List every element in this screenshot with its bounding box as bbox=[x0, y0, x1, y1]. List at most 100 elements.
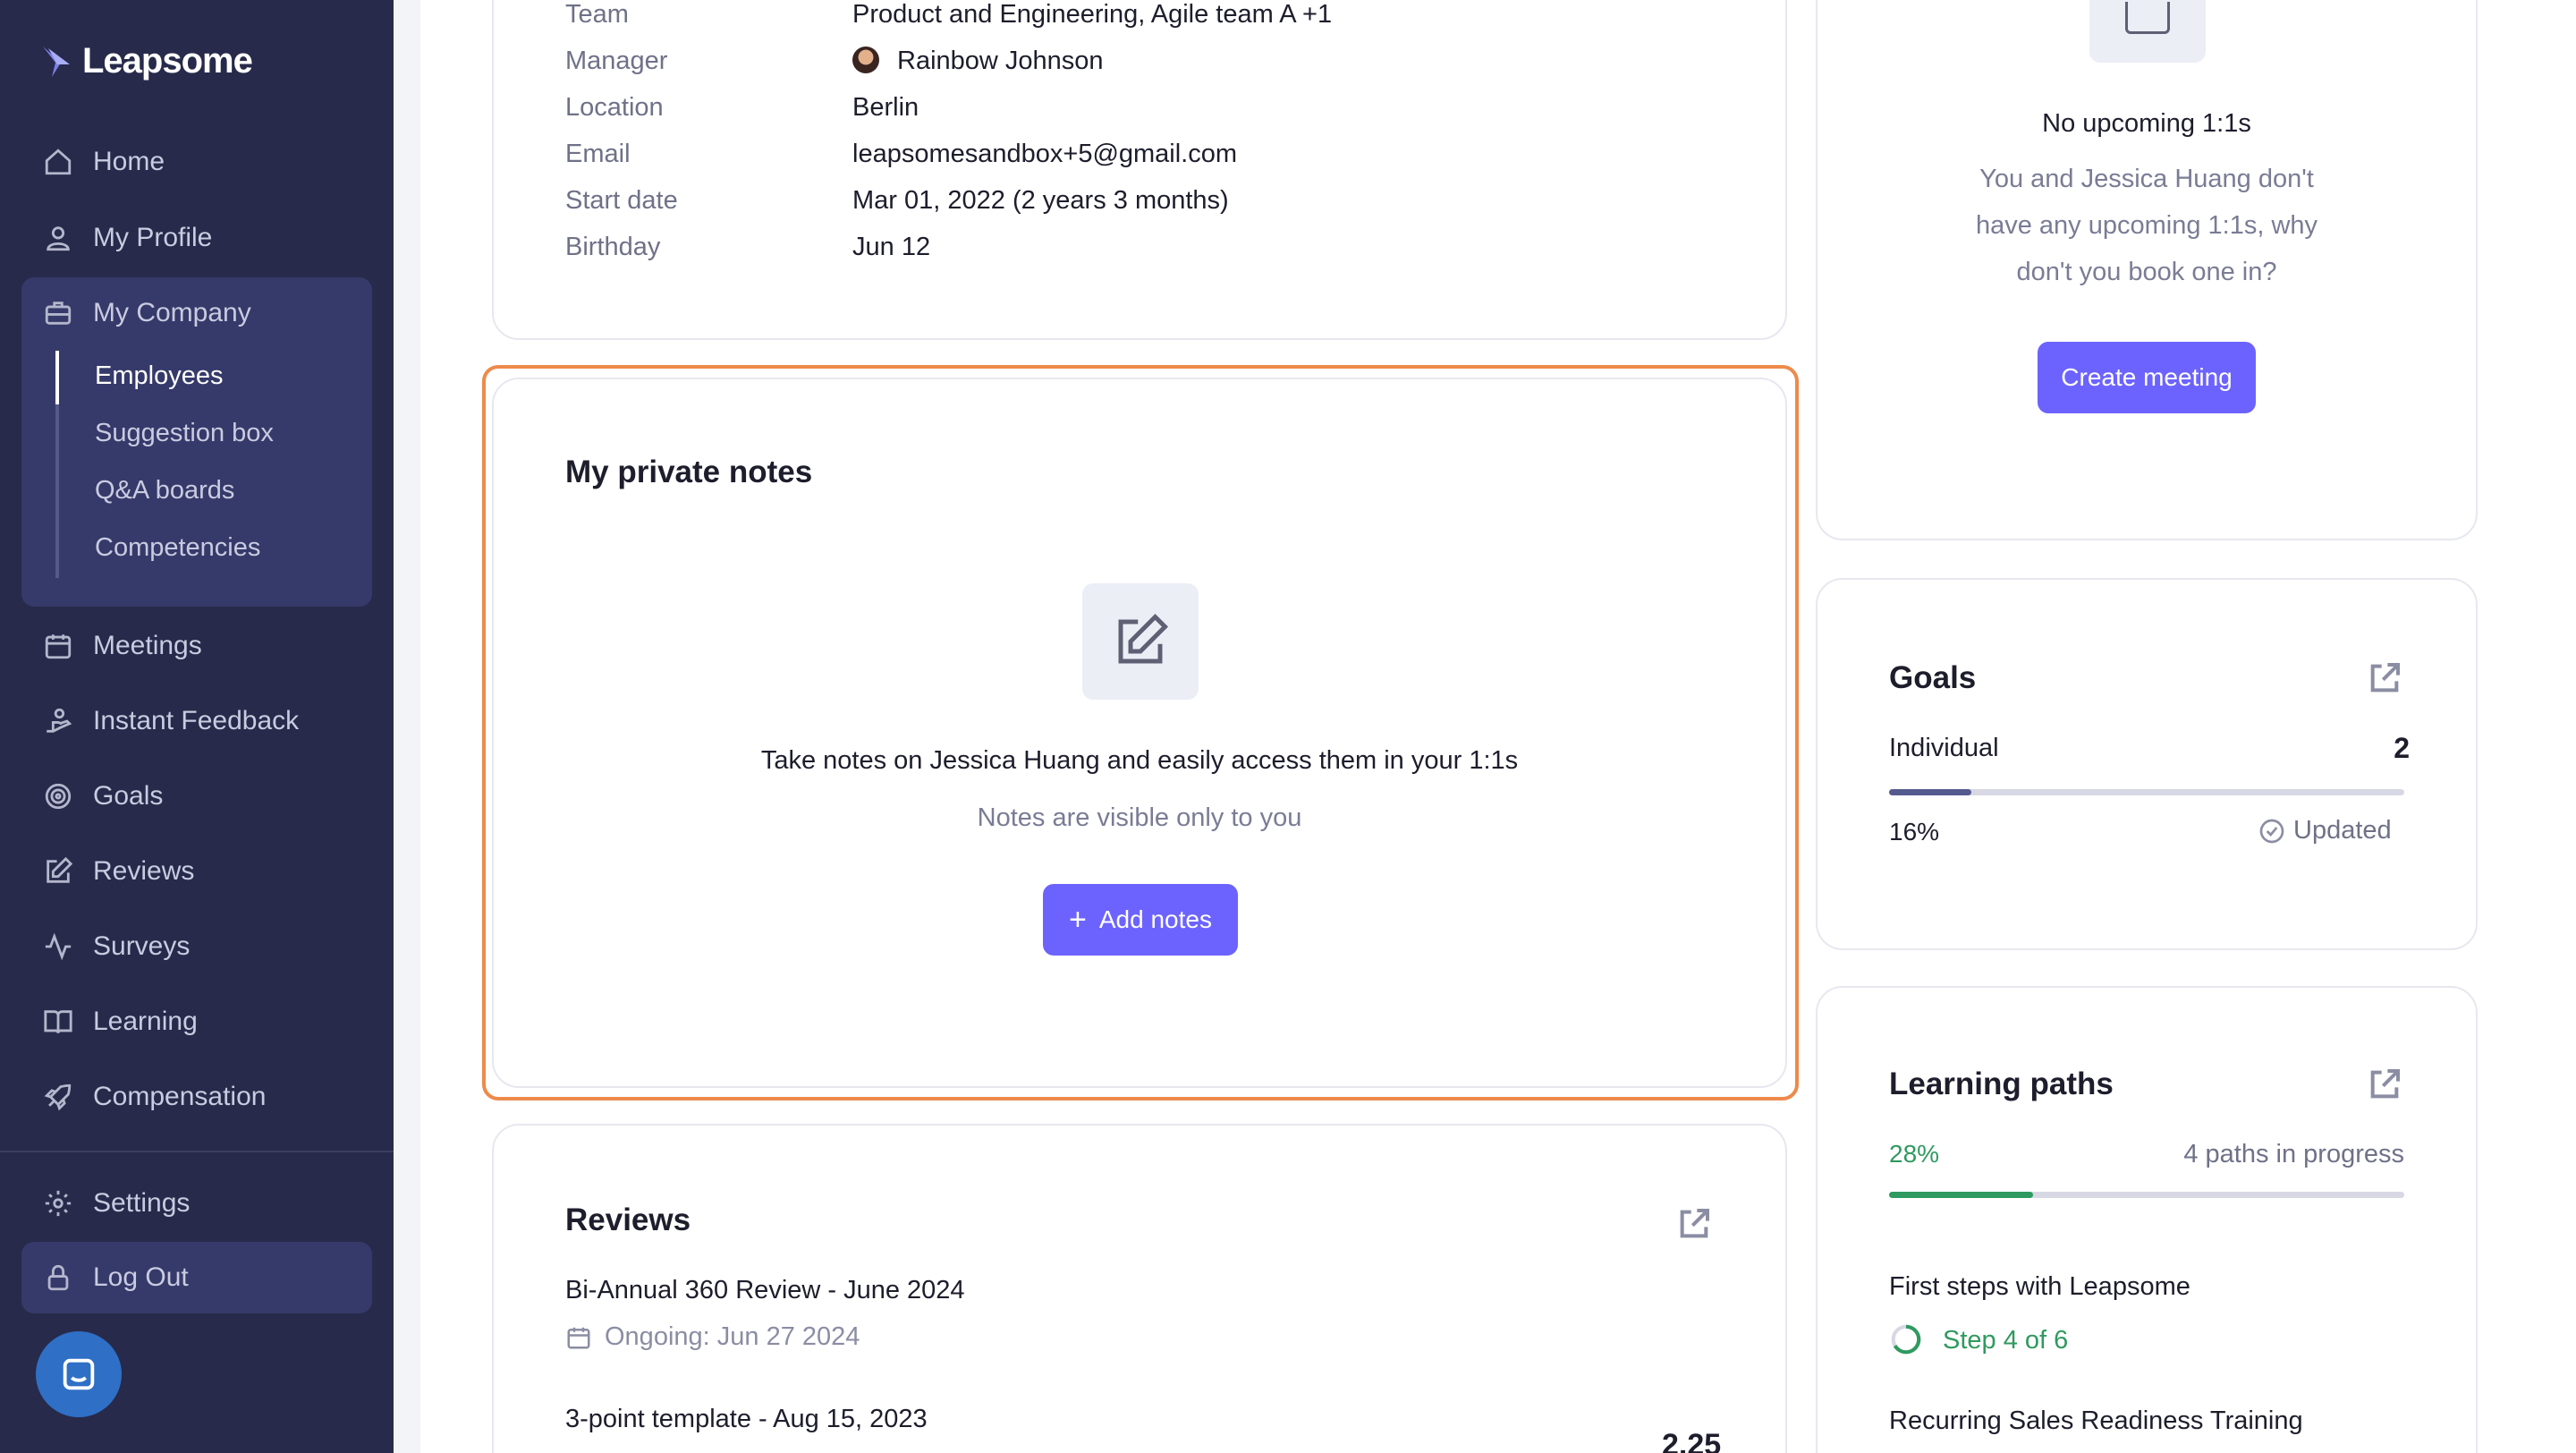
nav-logout[interactable]: Log Out bbox=[43, 1255, 189, 1300]
goals-card: Goals Individual 2 16% Updated bbox=[1816, 578, 2478, 950]
email-label: Email bbox=[565, 140, 631, 168]
subnav-qa-boards[interactable]: Q&A boards bbox=[95, 476, 234, 506]
activity-icon bbox=[45, 932, 72, 961]
add-notes-label: Add notes bbox=[1098, 905, 1212, 933]
subnav-suggestion-box[interactable]: Suggestion box bbox=[95, 419, 274, 448]
notes-visibility-hint: Notes are visible only to you bbox=[977, 803, 1302, 832]
home-icon bbox=[45, 149, 72, 175]
notes-title: My private notes bbox=[565, 455, 813, 489]
reviews-external-link[interactable] bbox=[1676, 1206, 1712, 1246]
plus-icon: + bbox=[1069, 903, 1087, 937]
check-circle-icon bbox=[2259, 819, 2284, 843]
nav-label: Learning bbox=[93, 1007, 198, 1036]
chat-icon bbox=[63, 1358, 95, 1390]
book-icon bbox=[44, 1010, 72, 1034]
meetings-description-line-2: have any upcoming 1:1s, why bbox=[1975, 211, 2318, 240]
nav-goals[interactable]: Goals bbox=[43, 774, 163, 819]
review-item-score: 2.25 bbox=[1662, 1428, 1722, 1453]
meetings-empty-title: No upcoming 1:1s bbox=[2042, 109, 2251, 138]
nav-label: Reviews bbox=[93, 856, 195, 886]
subnav-employees[interactable]: Employees bbox=[95, 361, 223, 391]
nav-my-company[interactable]: My Company bbox=[43, 291, 251, 336]
leapsome-logo-icon bbox=[43, 46, 70, 77]
learning-external-link[interactable] bbox=[2367, 1066, 2402, 1107]
start-date-label: Start date bbox=[565, 186, 678, 215]
edit-icon bbox=[47, 856, 73, 883]
create-meeting-button[interactable]: Create meeting bbox=[2038, 342, 2256, 413]
learning-path-step: Step 4 of 6 bbox=[1943, 1326, 2069, 1355]
external-link-icon bbox=[2370, 1069, 2400, 1099]
nav-learning[interactable]: Learning bbox=[43, 999, 198, 1044]
target-icon bbox=[45, 783, 72, 810]
start-date-value: Mar 01, 2022 (2 years 3 months) bbox=[852, 186, 1229, 215]
goals-external-link[interactable] bbox=[2367, 660, 2402, 701]
learning-in-progress: 4 paths in progress bbox=[2183, 1140, 2404, 1168]
reviews-title: Reviews bbox=[565, 1202, 691, 1237]
nav-label: Home bbox=[93, 147, 165, 176]
notes-description: Take notes on Jessica Huang and easily a… bbox=[760, 746, 1519, 775]
nav-label: Instant Feedback bbox=[93, 706, 300, 735]
brand-logo[interactable]: Leapsome bbox=[39, 41, 253, 81]
nav-label: Settings bbox=[93, 1188, 191, 1218]
user-icon bbox=[47, 226, 70, 251]
nav-label: Goals bbox=[93, 781, 164, 811]
feedback-hand-icon bbox=[47, 708, 72, 733]
review-item-name[interactable]: Bi-Annual 360 Review - June 2024 bbox=[565, 1276, 965, 1305]
nav-reviews[interactable]: Reviews bbox=[43, 849, 194, 894]
meetings-description-line-3: don't you book one in? bbox=[2016, 258, 2277, 286]
private-notes-card: My private notes Take notes on Jessica H… bbox=[492, 378, 1787, 1088]
add-notes-button[interactable]: + Add notes bbox=[1043, 884, 1238, 956]
chat-launcher[interactable] bbox=[36, 1331, 122, 1417]
calendar-icon bbox=[45, 634, 72, 659]
manager-value[interactable]: Rainbow Johnson bbox=[897, 47, 1104, 76]
review-item-name-2[interactable]: 3-point template - Aug 15, 2023 bbox=[565, 1405, 928, 1434]
goals-progress-label: 16% bbox=[1889, 818, 1940, 845]
subnav-competencies[interactable]: Competencies bbox=[95, 533, 260, 563]
team-label: Team bbox=[565, 0, 629, 29]
nav-label: Log Out bbox=[93, 1262, 189, 1292]
briefcase-icon bbox=[45, 302, 72, 325]
birthday-label: Birthday bbox=[565, 233, 661, 261]
lock-icon bbox=[47, 1264, 69, 1291]
sidebar-divider bbox=[0, 1151, 394, 1152]
learning-progress-fill bbox=[1889, 1192, 2033, 1198]
nav-surveys[interactable]: Surveys bbox=[43, 924, 190, 969]
learning-progress-label: 28% bbox=[1889, 1140, 1940, 1168]
goals-individual-count: 2 bbox=[2394, 732, 2410, 764]
nav-instant-feedback[interactable]: Instant Feedback bbox=[43, 699, 299, 743]
birthday-value: Jun 12 bbox=[852, 233, 931, 261]
nav-meetings[interactable]: Meetings bbox=[43, 624, 202, 668]
goals-status: Updated bbox=[2258, 816, 2392, 845]
manager-avatar[interactable] bbox=[852, 47, 879, 73]
meeting-icon-tile bbox=[2089, 0, 2206, 63]
progress-ring-icon bbox=[1891, 1324, 1921, 1355]
sidebar: Leapsome Home My Profile My Company Empl… bbox=[0, 0, 394, 1453]
meeting-tile-glyph bbox=[2125, 2, 2170, 34]
location-value: Berlin bbox=[852, 93, 919, 122]
goals-title: Goals bbox=[1889, 660, 1977, 695]
learning-path-name-2[interactable]: Recurring Sales Readiness Training bbox=[1889, 1406, 2303, 1436]
goals-status-label: Updated bbox=[2293, 816, 2392, 845]
calendar-icon bbox=[567, 1327, 590, 1349]
nav-home[interactable]: Home bbox=[43, 140, 165, 184]
nav-my-profile[interactable]: My Profile bbox=[43, 216, 212, 260]
learning-path-name[interactable]: First steps with Leapsome bbox=[1889, 1272, 2190, 1302]
nav-label: Compensation bbox=[93, 1082, 267, 1111]
notes-icon-tile bbox=[1082, 583, 1199, 700]
edit-note-icon bbox=[1118, 613, 1169, 664]
goals-individual-label[interactable]: Individual bbox=[1889, 734, 1999, 763]
gear-icon bbox=[45, 1190, 72, 1217]
subnav-active-indicator bbox=[55, 351, 59, 404]
learning-title: Learning paths bbox=[1889, 1066, 2114, 1101]
nav-settings[interactable]: Settings bbox=[43, 1181, 190, 1226]
meetings-description-line-1: You and Jessica Huang don't bbox=[1979, 165, 2314, 193]
manager-label: Manager bbox=[565, 47, 668, 75]
nav-label: My Company bbox=[93, 298, 251, 327]
team-value[interactable]: Product and Engineering, Agile team A +1 bbox=[852, 0, 1332, 30]
external-link-icon bbox=[2370, 663, 2400, 693]
nav-label: Surveys bbox=[93, 931, 191, 961]
brand-name: Leapsome bbox=[82, 41, 253, 81]
nav-compensation[interactable]: Compensation bbox=[43, 1075, 266, 1119]
email-value[interactable]: leapsomesandbox+5@gmail.com bbox=[852, 140, 1237, 169]
rocket-icon bbox=[44, 1083, 72, 1111]
